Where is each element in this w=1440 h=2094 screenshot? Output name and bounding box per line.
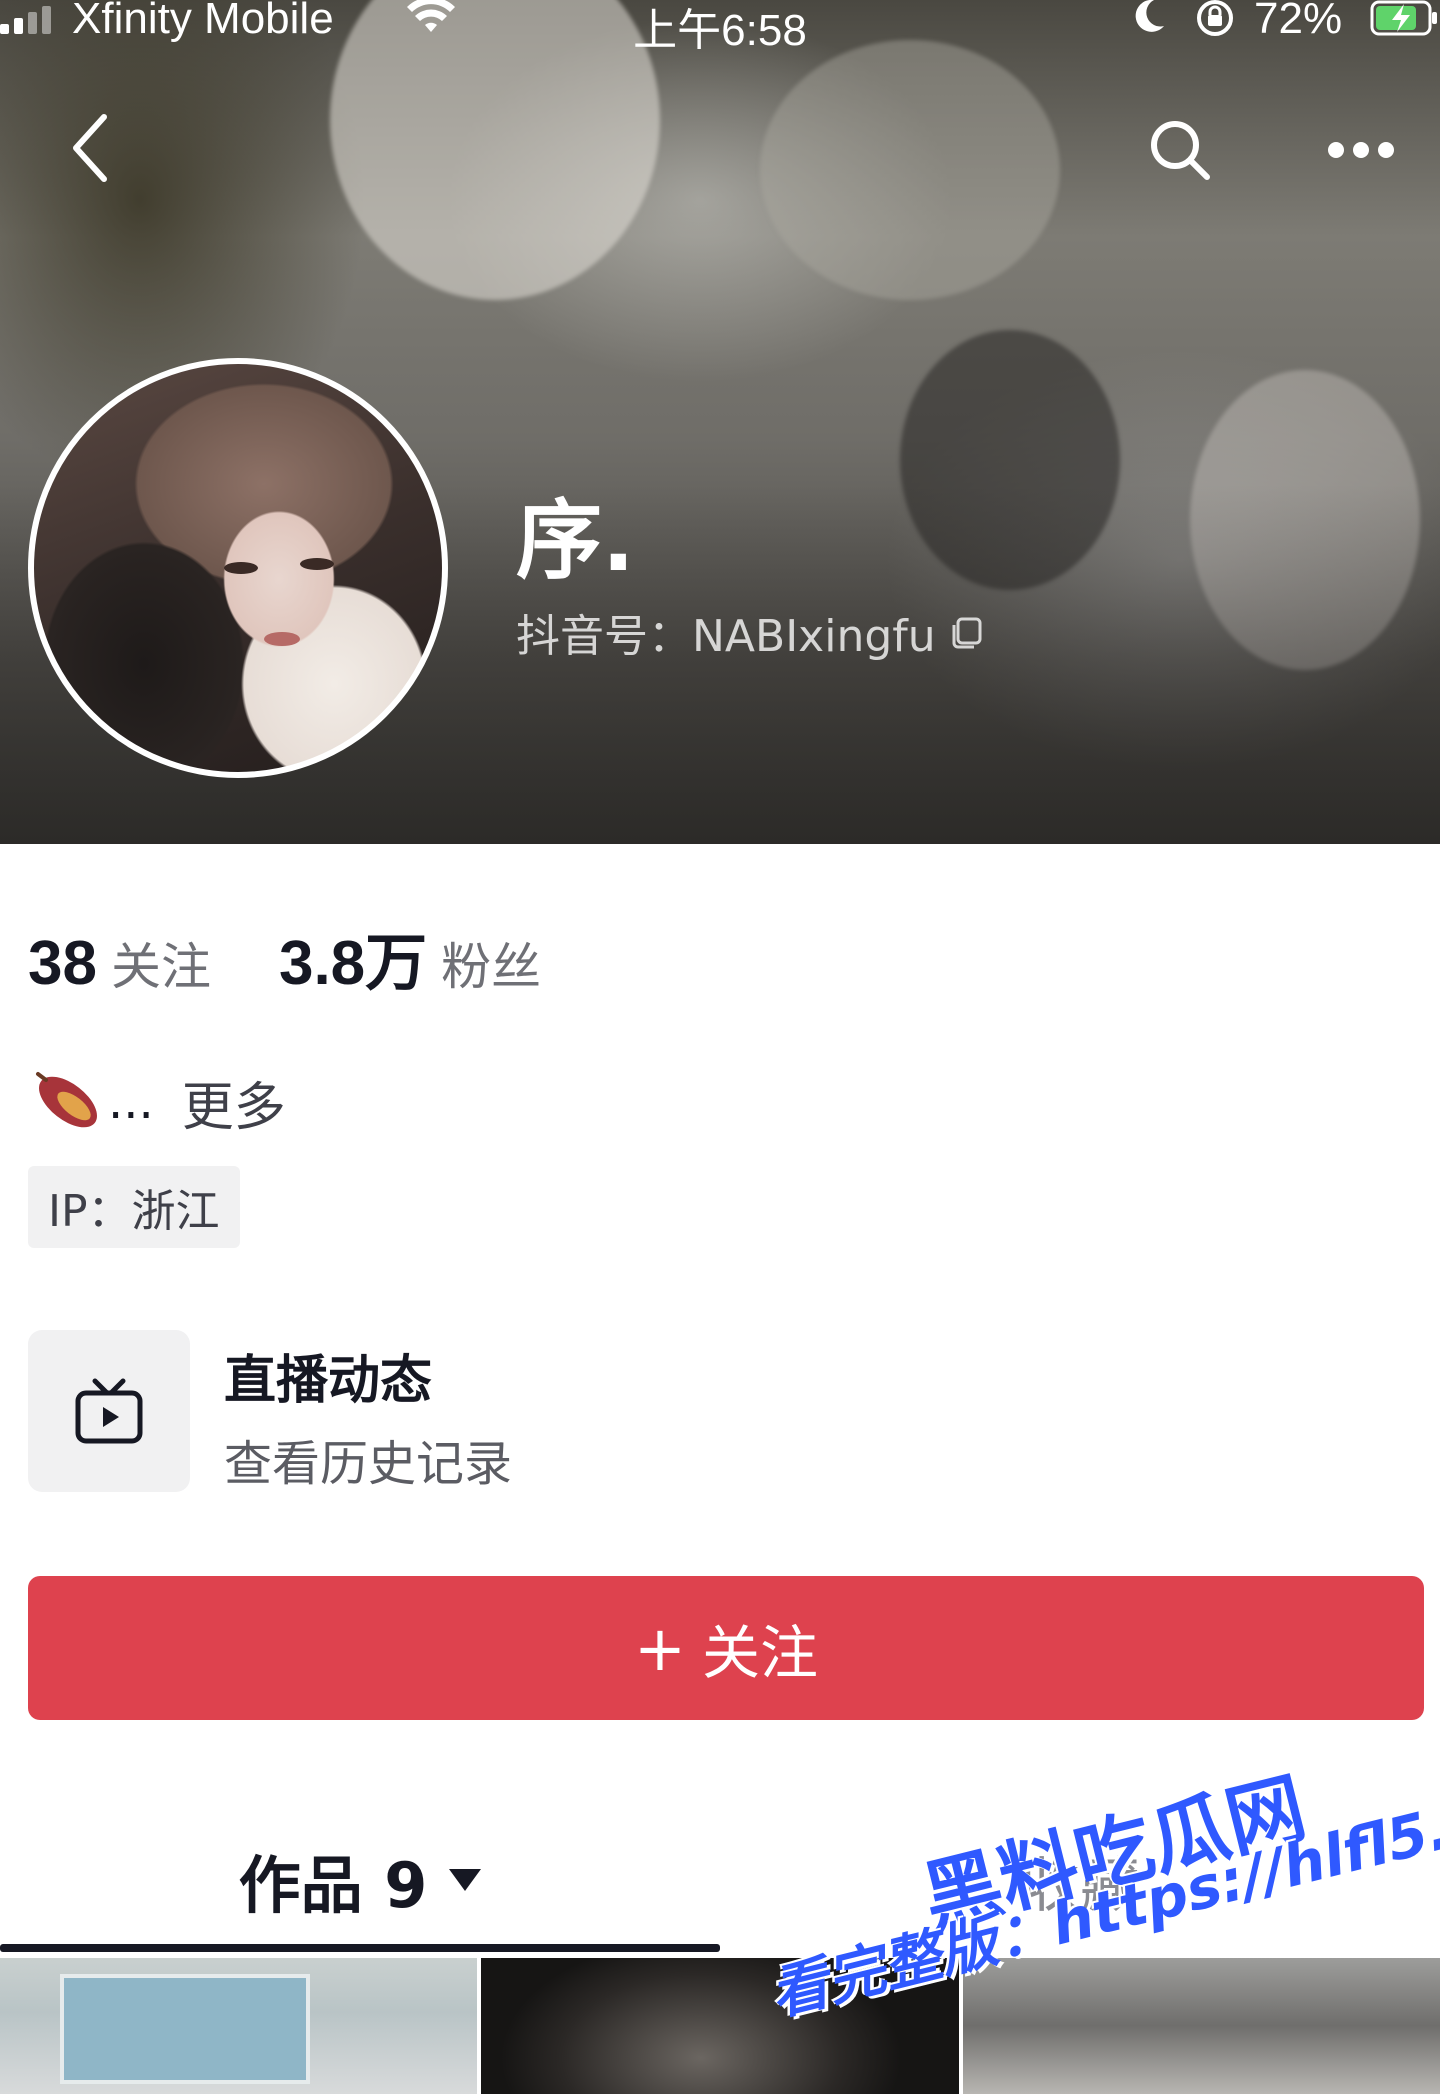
live-icon-box (28, 1330, 190, 1492)
search-icon (1151, 121, 1210, 180)
tab-favorites-label: 收藏 (1020, 1850, 1140, 1921)
battery-percent: 72% (1254, 0, 1343, 43)
more-button[interactable] (1316, 110, 1406, 190)
search-button[interactable] (1140, 110, 1220, 190)
sweet-potato-icon (28, 1062, 104, 1142)
active-tab-indicator (0, 1944, 720, 1952)
followers-label[interactable]: 粉丝 (441, 927, 541, 999)
more-icon (1328, 142, 1394, 158)
profile-stats: 38 关注 3.8万 粉丝 (28, 912, 541, 1002)
battery-charging-icon (1370, 0, 1440, 40)
ip-location-tag: IP：浙江 (28, 1166, 240, 1248)
followers-count[interactable]: 3.8万 (279, 912, 427, 1002)
follow-button-label: 关注 (701, 1619, 818, 1687)
copy-icon[interactable] (948, 615, 982, 649)
video-thumbnail[interactable] (481, 1958, 959, 2094)
avatar-detail (300, 558, 334, 570)
orientation-lock-icon (1192, 0, 1238, 42)
live-subtitle: 查看历史记录 (224, 1436, 513, 1492)
caret-down-icon[interactable] (449, 1869, 482, 1891)
plus-icon: + (634, 1611, 686, 1685)
video-thumbnail[interactable] (0, 1958, 478, 2094)
bio: ... 更多 (28, 1062, 286, 1142)
works-grid (0, 1958, 1440, 2094)
follow-button[interactable]: + 关注 (28, 1576, 1424, 1720)
douyin-id-text: 抖音号：NABIxingfu (516, 611, 936, 662)
avatar[interactable] (28, 358, 448, 778)
moon-icon (1128, 0, 1168, 40)
tv-play-icon (75, 1378, 143, 1444)
cover-figure (760, 40, 1060, 300)
tab-works-label: 作品 9 (238, 1849, 428, 1922)
tab-works[interactable]: 作品 9 (0, 1812, 720, 1948)
bio-ellipsis: ... (108, 1074, 154, 1130)
following-count[interactable]: 38 (28, 928, 97, 999)
content-tabs: 作品 9 收藏 (0, 1812, 1440, 1952)
video-thumbnail[interactable] (962, 1958, 1440, 2094)
following-label[interactable]: 关注 (111, 927, 211, 999)
tab-favorites[interactable]: 收藏 (720, 1812, 1440, 1948)
bio-more-link[interactable]: 更多 (182, 1065, 286, 1140)
douyin-id[interactable]: 抖音号：NABIxingfu (516, 600, 982, 664)
back-icon (73, 114, 107, 182)
live-title: 直播动态 (224, 1351, 433, 1411)
avatar-detail (264, 632, 300, 646)
back-button[interactable] (60, 108, 120, 188)
status-bar: Xfinity Mobile 上午6:58 72% (0, 0, 1440, 55)
nickname: 序. (516, 491, 635, 591)
live-history-card[interactable]: 直播动态 查看历史记录 (28, 1330, 1424, 1492)
avatar-detail (224, 562, 258, 574)
